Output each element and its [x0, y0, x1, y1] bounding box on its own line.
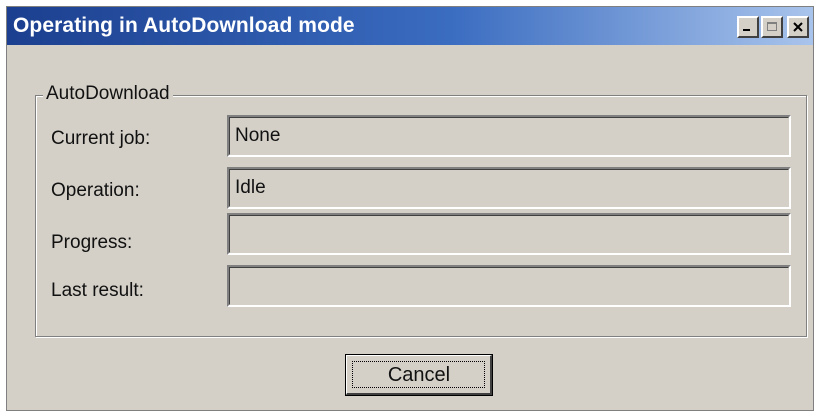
operation-label: Operation: — [51, 180, 140, 201]
operation-value: Idle — [229, 169, 789, 207]
operation-field: Idle — [227, 167, 791, 209]
title-bar[interactable]: Operating in AutoDownload mode — [7, 7, 813, 45]
current-job-label: Current job: — [51, 128, 151, 149]
minimize-icon — [742, 21, 754, 33]
last-result-value — [229, 267, 789, 305]
minimize-button[interactable] — [737, 16, 759, 38]
last-result-field — [227, 265, 791, 307]
window-title: Operating in AutoDownload mode — [13, 14, 355, 37]
progress-value — [229, 215, 789, 253]
maximize-icon — [766, 21, 778, 33]
current-job-value: None — [229, 117, 789, 155]
dialog-window: Operating in AutoDownload mode AutoDownl… — [6, 6, 814, 411]
cancel-button[interactable]: Cancel — [345, 354, 493, 396]
last-result-label: Last result: — [51, 280, 144, 301]
close-icon — [792, 21, 804, 33]
progress-label: Progress: — [51, 232, 133, 253]
maximize-button[interactable] — [761, 16, 783, 38]
groupbox-label: AutoDownload — [43, 82, 173, 106]
cancel-button-label: Cancel — [387, 364, 451, 386]
progress-field — [227, 213, 791, 255]
close-button[interactable] — [787, 16, 809, 38]
current-job-field: None — [227, 115, 791, 157]
